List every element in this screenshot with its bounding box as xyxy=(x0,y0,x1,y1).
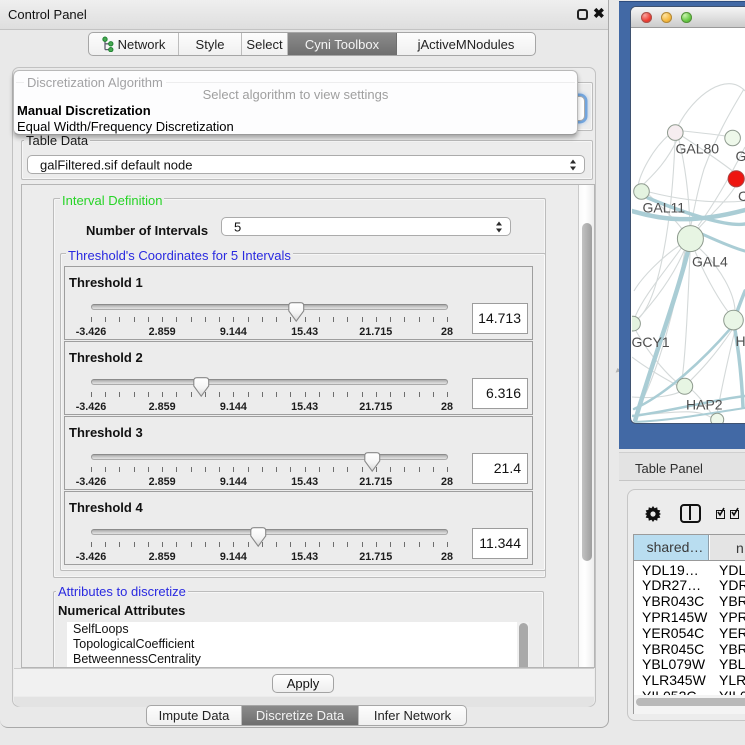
svg-text:GAL80: GAL80 xyxy=(676,141,720,157)
svg-text:GA: GA xyxy=(736,148,745,164)
svg-text:GAL11: GAL11 xyxy=(643,200,686,216)
svg-text:HAP2: HAP2 xyxy=(686,397,723,413)
svg-text:C: C xyxy=(738,188,745,204)
svg-text:GCY1: GCY1 xyxy=(632,334,670,350)
svg-text:GAL4: GAL4 xyxy=(692,254,728,270)
svg-text:H: H xyxy=(736,333,745,349)
